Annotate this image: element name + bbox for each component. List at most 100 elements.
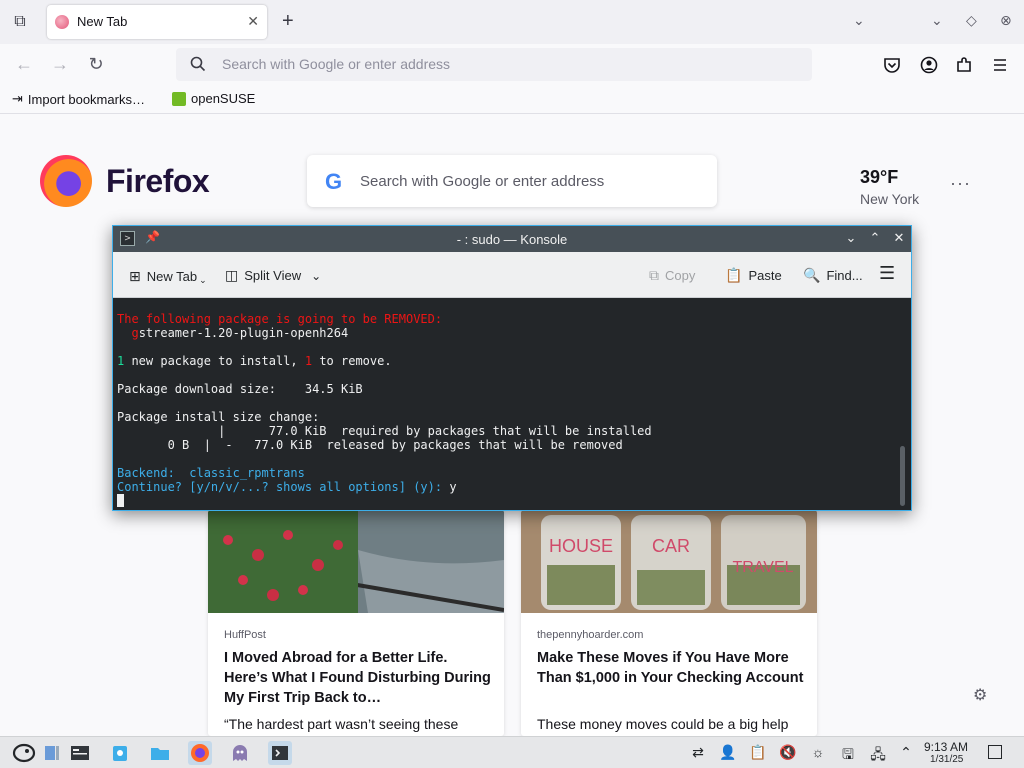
terminal-line: Package download size: 34.5 KiB bbox=[117, 382, 363, 396]
firefox-wordmark: Firefox bbox=[106, 163, 210, 199]
terminal-line: 1 new package to install, 1 to remove. bbox=[117, 354, 911, 368]
bookmark-label: Import bookmarks… bbox=[27, 91, 145, 107]
story-image bbox=[208, 510, 504, 613]
firefox-taskbar-icon[interactable] bbox=[188, 741, 212, 765]
brightness-icon[interactable]: ☼ bbox=[809, 744, 827, 760]
terminal-line: gstreamer-1.20-plugin-openh264 bbox=[117, 326, 911, 340]
search-icon bbox=[190, 56, 206, 72]
konsole-window[interactable]: > 📌 - : sudo — Konsole ⌄ ⌃ ✕ ⊞ New Tab ⌄… bbox=[112, 225, 912, 511]
account-icon[interactable] bbox=[920, 56, 938, 74]
clock-date[interactable]: 1/31/25 bbox=[930, 754, 963, 765]
story-source: thepennyhoarder.com bbox=[537, 629, 644, 641]
terminal-line: The following package is going to be REM… bbox=[117, 312, 443, 326]
newtab-search-placeholder: Search with Google or enter address bbox=[360, 173, 605, 190]
url-bar[interactable]: Search with Google or enter address bbox=[176, 48, 812, 81]
google-icon: G bbox=[325, 169, 343, 194]
import-icon: ⇥ bbox=[12, 91, 23, 106]
terminal-answer: y bbox=[449, 480, 457, 494]
network-activity-icon[interactable]: ⇄ bbox=[689, 744, 707, 761]
gear-icon[interactable]: ⚙ bbox=[973, 685, 987, 705]
firefox-logo-icon bbox=[40, 155, 92, 207]
terminal-prompt: Continue? [y/n/v/...? shows all options]… bbox=[117, 480, 450, 494]
new-tab-icon: ⊞ bbox=[129, 268, 141, 284]
forward-arrow-icon[interactable]: → bbox=[49, 54, 71, 75]
terminal-scrollbar[interactable] bbox=[900, 446, 905, 506]
extensions-icon[interactable] bbox=[955, 56, 973, 74]
file-manager-icon[interactable] bbox=[148, 741, 172, 765]
konsole-taskbar-icon[interactable] bbox=[268, 741, 292, 765]
new-tab-label: New Tab bbox=[146, 269, 198, 284]
hamburger-menu-icon[interactable] bbox=[991, 56, 1009, 74]
find-button[interactable]: 🔍 Find... bbox=[803, 267, 863, 284]
bookmarks-toolbar: ⇥ Import bookmarks… openSUSE bbox=[0, 86, 1024, 114]
close-tab-icon[interactable]: ✕ bbox=[247, 13, 259, 30]
list-tabs-chevron-icon[interactable]: ⌄ bbox=[853, 12, 865, 29]
terminal-text: new package to install, bbox=[124, 354, 305, 368]
terminal-line: | 77.0 KiB required by packages that wil… bbox=[117, 424, 652, 438]
tray-expand-chevron-icon[interactable]: ⌃ bbox=[897, 744, 915, 761]
system-monitor-icon[interactable] bbox=[68, 741, 92, 765]
close-window-icon[interactable]: ⊗ bbox=[1000, 12, 1012, 29]
terminal-text: streamer-1.20-plugin-openh264 bbox=[138, 326, 349, 340]
story-headline[interactable]: I Moved Abroad for a Better Life. Here’s… bbox=[224, 648, 492, 708]
clock-time[interactable]: 9:13 AM bbox=[924, 740, 968, 754]
story-card[interactable]: HOUSE CAR TRAVEL thepennyhoarder.com Mak… bbox=[521, 510, 817, 736]
paste-label: Paste bbox=[748, 268, 782, 283]
hamburger-menu-icon[interactable]: ☰ bbox=[879, 263, 895, 284]
weather-city[interactable]: New York bbox=[860, 191, 919, 207]
opensuse-launcher-icon[interactable] bbox=[12, 741, 36, 765]
disk-icon[interactable]: 🖫 bbox=[839, 744, 857, 768]
chevron-down-icon: ⌄ bbox=[311, 268, 322, 283]
more-options-icon[interactable]: ··· bbox=[950, 173, 971, 194]
terminal-text: g bbox=[131, 326, 139, 340]
peek-desktop-icon[interactable] bbox=[988, 745, 1002, 759]
story-headline[interactable]: Make These Moves if You Have More Than $… bbox=[537, 648, 805, 688]
copy-button[interactable]: ⧉ Copy bbox=[649, 267, 695, 284]
dropdown-arrow-icon: ⌄ bbox=[199, 275, 207, 285]
paste-icon: 📋 bbox=[725, 267, 743, 283]
tab-overview-icon[interactable]: ⧉ bbox=[10, 12, 30, 32]
weather-temperature[interactable]: 39°F bbox=[860, 167, 898, 188]
maximize-icon[interactable]: ⌃ bbox=[867, 230, 883, 246]
tab-new-tab[interactable]: New Tab ✕ bbox=[47, 5, 267, 39]
terminal-output[interactable]: The following package is going to be REM… bbox=[113, 298, 911, 510]
new-tab-plus-icon[interactable]: + bbox=[282, 10, 294, 33]
paste-button[interactable]: 📋 Paste bbox=[725, 267, 782, 284]
jar-label: TRAVEL bbox=[732, 559, 793, 576]
story-image: HOUSE CAR TRAVEL bbox=[521, 510, 817, 613]
bookmark-import[interactable]: ⇥ Import bookmarks… bbox=[12, 91, 145, 107]
user-icon[interactable]: 👤 bbox=[719, 744, 737, 761]
reload-icon[interactable]: ↻ bbox=[85, 54, 107, 75]
story-source: HuffPost bbox=[224, 629, 266, 641]
terminal-text: to remove. bbox=[312, 354, 392, 368]
konsole-titlebar[interactable]: > 📌 - : sudo — Konsole ⌄ ⌃ ✕ bbox=[113, 226, 911, 252]
network-icon[interactable]: 🖧 bbox=[869, 744, 887, 768]
terminal-line: Continue? [y/n/v/...? shows all options]… bbox=[117, 480, 911, 494]
jar-label: CAR bbox=[652, 536, 690, 556]
konsole-toolbar: ⊞ New Tab ⌄ ◫ Split View ⌄ ⧉ Copy 📋 Past… bbox=[113, 252, 911, 298]
split-view-button[interactable]: ◫ Split View ⌄ bbox=[225, 267, 321, 284]
minimize-window-icon[interactable]: ⌄ bbox=[931, 12, 943, 29]
terminal-line: Backend: classic_rpmtrans bbox=[117, 466, 305, 480]
new-tab-button[interactable]: ⊞ New Tab ⌄ bbox=[129, 267, 207, 286]
back-arrow-icon[interactable]: ← bbox=[13, 54, 35, 75]
clipboard-icon[interactable]: 📋 bbox=[749, 744, 767, 761]
volume-muted-icon[interactable]: 🔇 bbox=[779, 744, 797, 761]
taskbar: ⇄ 👤 📋 🔇 ☼ 🖫 🖧 ⌃ 9:13 AM 1/31/25 bbox=[0, 736, 1024, 768]
tab-title: New Tab bbox=[77, 14, 128, 29]
close-icon[interactable]: ✕ bbox=[891, 230, 907, 246]
terminal-text: 1 bbox=[304, 354, 313, 368]
minimize-icon[interactable]: ⌄ bbox=[843, 230, 859, 246]
maximize-window-icon[interactable]: ◇ bbox=[966, 12, 977, 29]
pocket-icon[interactable] bbox=[883, 56, 901, 74]
show-desktop-icon[interactable] bbox=[40, 741, 64, 765]
newtab-search-box[interactable]: G Search with Google or enter address bbox=[307, 155, 717, 207]
search-icon: 🔍 bbox=[803, 267, 821, 283]
bookmark-opensuse[interactable]: openSUSE bbox=[172, 91, 255, 106]
discover-icon[interactable] bbox=[108, 741, 132, 765]
ghost-app-icon[interactable] bbox=[228, 741, 252, 765]
story-card[interactable]: HuffPost I Moved Abroad for a Better Lif… bbox=[208, 510, 504, 736]
